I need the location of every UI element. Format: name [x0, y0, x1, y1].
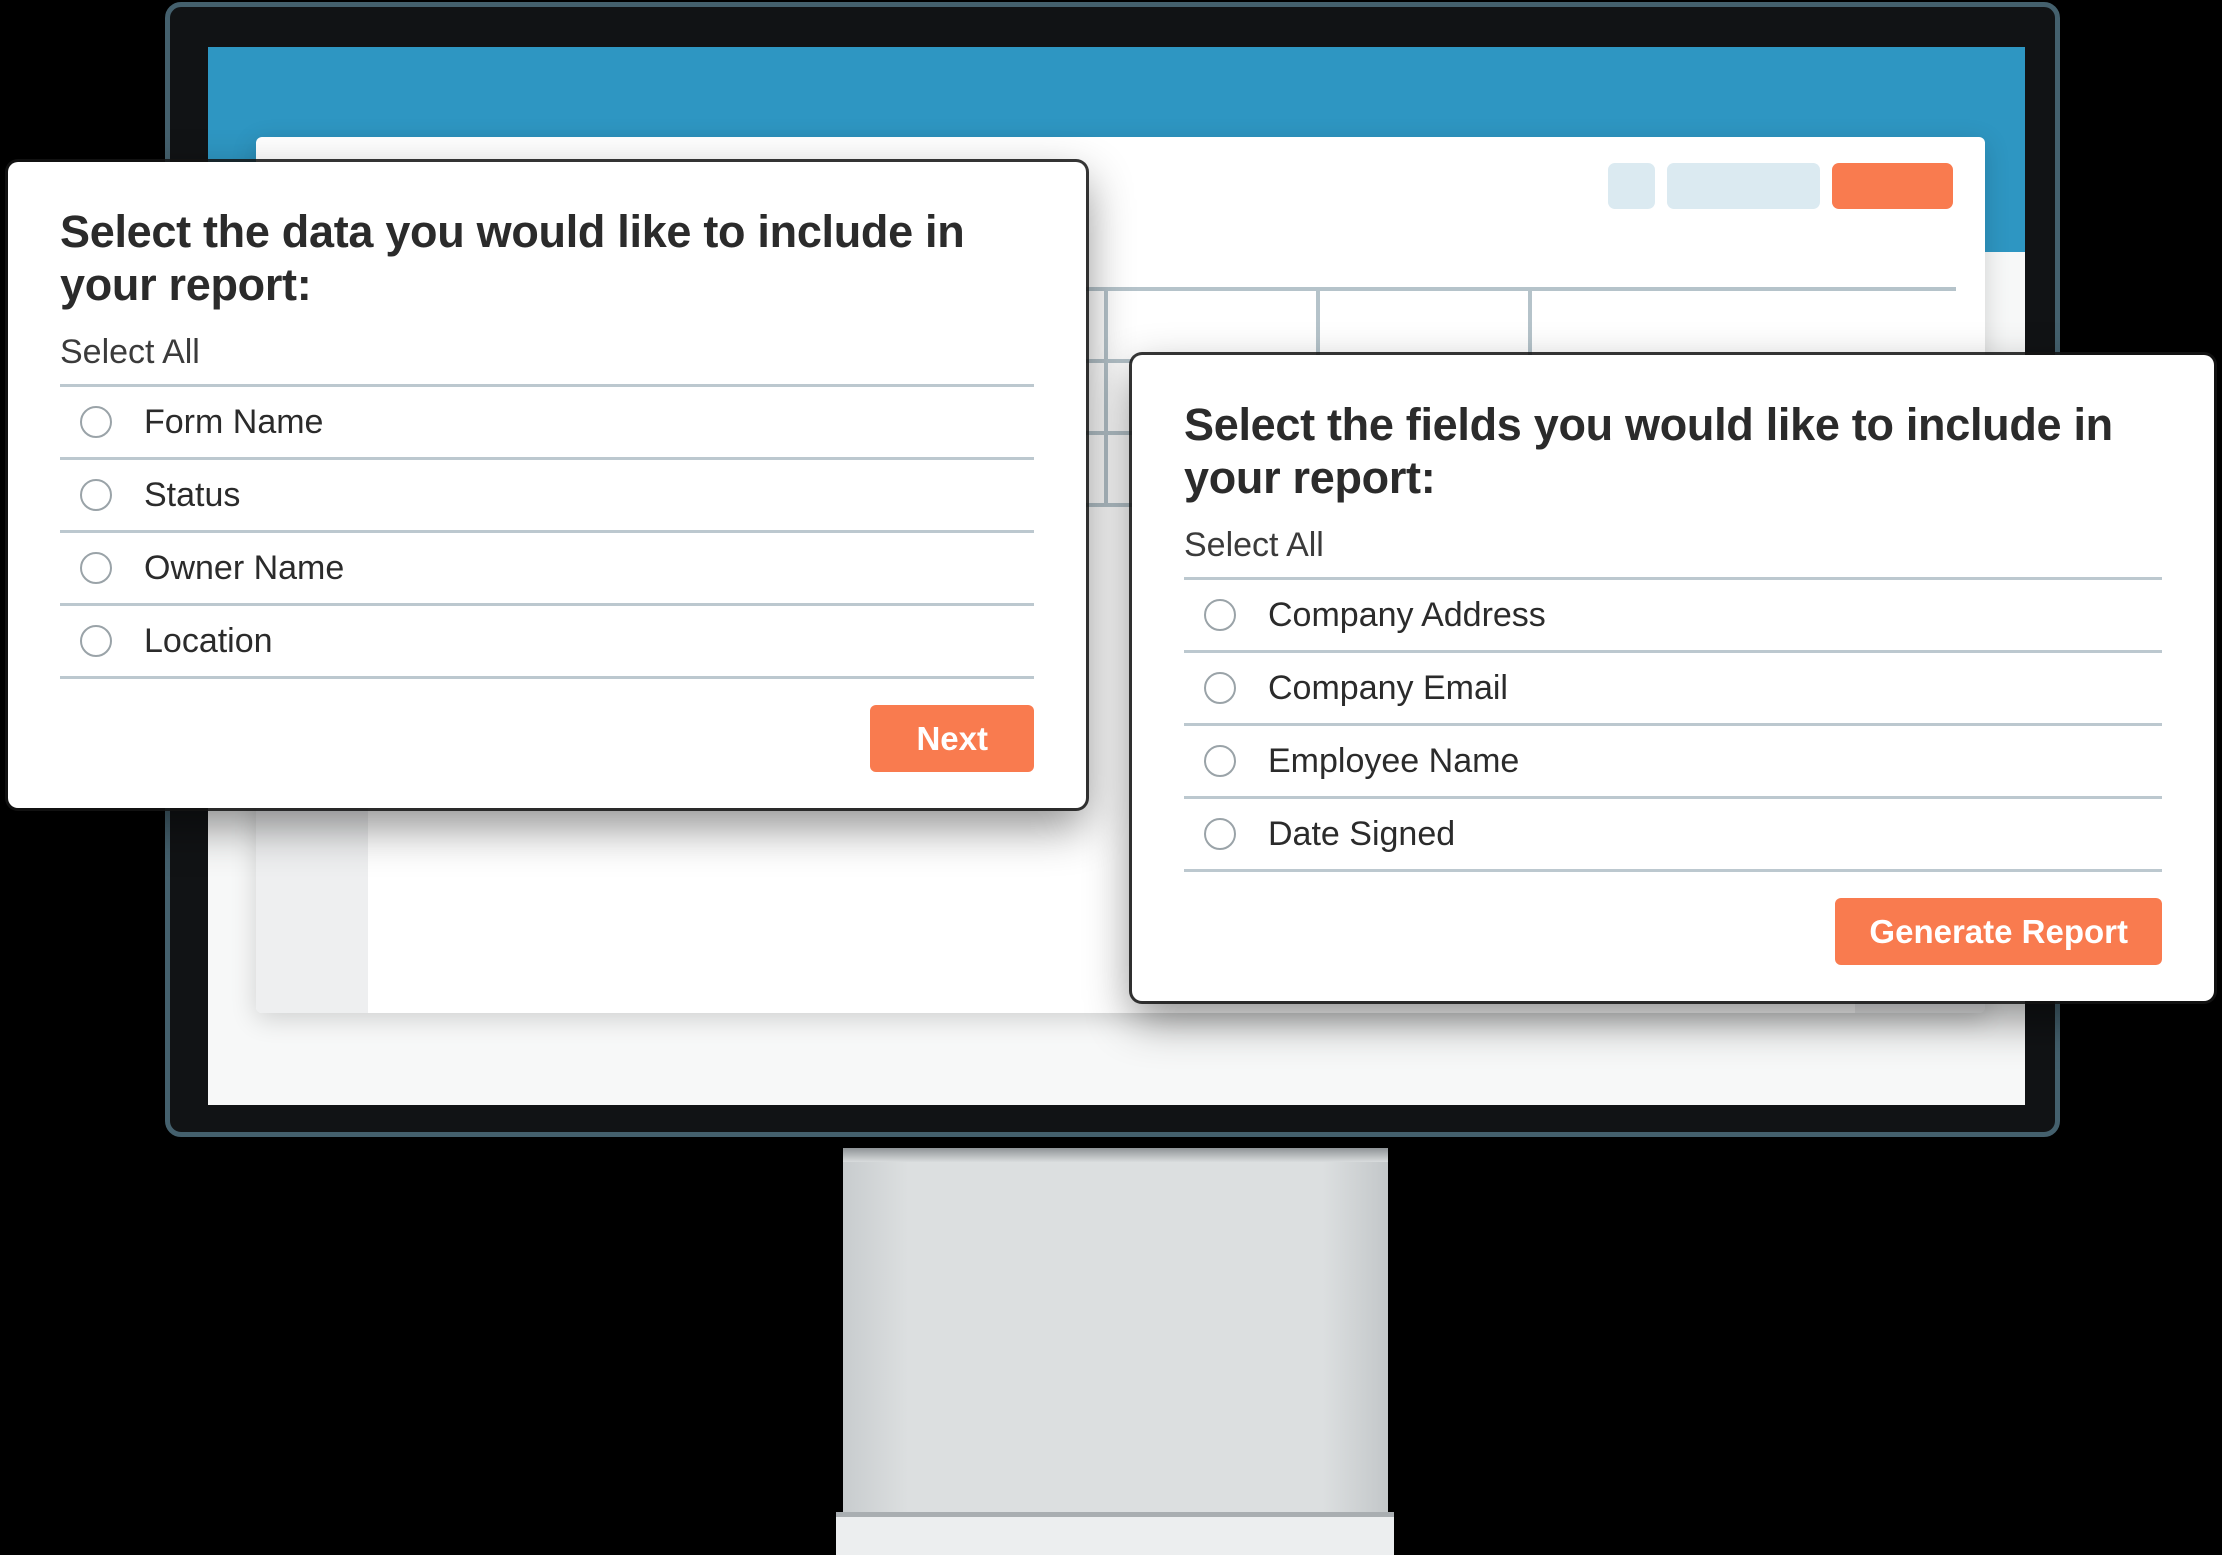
generate-report-button[interactable]: Generate Report: [1835, 898, 2162, 966]
radio-icon[interactable]: [1204, 599, 1236, 632]
monitor-stand-base: [836, 1512, 1394, 1555]
radio-icon[interactable]: [80, 479, 112, 512]
list-item-label: Company Address: [1268, 595, 1546, 634]
list-item-label: Location: [144, 621, 273, 660]
list-item-label: Date Signed: [1268, 814, 1456, 853]
toolbar-primary-button[interactable]: [1832, 163, 1953, 209]
select-fields-option-list: Company Address Company Email Employee N…: [1184, 577, 2162, 873]
list-item-label: Company Email: [1268, 668, 1508, 707]
list-item[interactable]: Form Name: [60, 387, 1034, 461]
list-item[interactable]: Status: [60, 460, 1034, 534]
select-fields-dialog-title: Select the fields you would like to incl…: [1184, 399, 2113, 503]
radio-icon[interactable]: [80, 406, 112, 439]
select-fields-dialog-footer: Generate Report: [1184, 872, 2162, 966]
select-data-dialog: Select the data you would like to includ…: [8, 162, 1086, 809]
next-button[interactable]: Next: [870, 705, 1034, 773]
table-cell: [1108, 291, 1320, 359]
list-item[interactable]: Company Email: [1184, 653, 2162, 727]
radio-icon[interactable]: [1204, 745, 1236, 778]
radio-icon[interactable]: [80, 552, 112, 585]
select-fields-select-all-label[interactable]: Select All: [1184, 526, 2162, 565]
select-fields-dialog: Select the fields you would like to incl…: [1132, 355, 2214, 1002]
list-item-label: Status: [144, 475, 241, 514]
app-toolbar: [1608, 163, 1953, 209]
table-cell: [1320, 291, 1532, 359]
select-data-dialog-title: Select the data you would like to includ…: [60, 206, 965, 310]
radio-icon[interactable]: [1204, 818, 1236, 851]
list-item[interactable]: Location: [60, 606, 1034, 680]
select-data-option-list: Form Name Status Owner Name Location: [60, 384, 1034, 680]
radio-icon[interactable]: [80, 625, 112, 658]
radio-icon[interactable]: [1204, 672, 1236, 705]
list-item-label: Employee Name: [1268, 741, 1520, 780]
list-item-label: Owner Name: [144, 548, 345, 587]
toolbar-icon-button[interactable]: [1608, 163, 1655, 209]
list-item-label: Form Name: [144, 402, 324, 441]
select-data-dialog-footer: Next: [60, 679, 1034, 773]
toolbar-search-field[interactable]: [1667, 163, 1820, 209]
list-item[interactable]: Owner Name: [60, 533, 1034, 607]
list-item[interactable]: Employee Name: [1184, 726, 2162, 800]
select-data-select-all-label[interactable]: Select All: [60, 333, 1034, 372]
monitor-stand-neck: [843, 1148, 1388, 1520]
list-item[interactable]: Date Signed: [1184, 799, 2162, 873]
list-item[interactable]: Company Address: [1184, 580, 2162, 654]
